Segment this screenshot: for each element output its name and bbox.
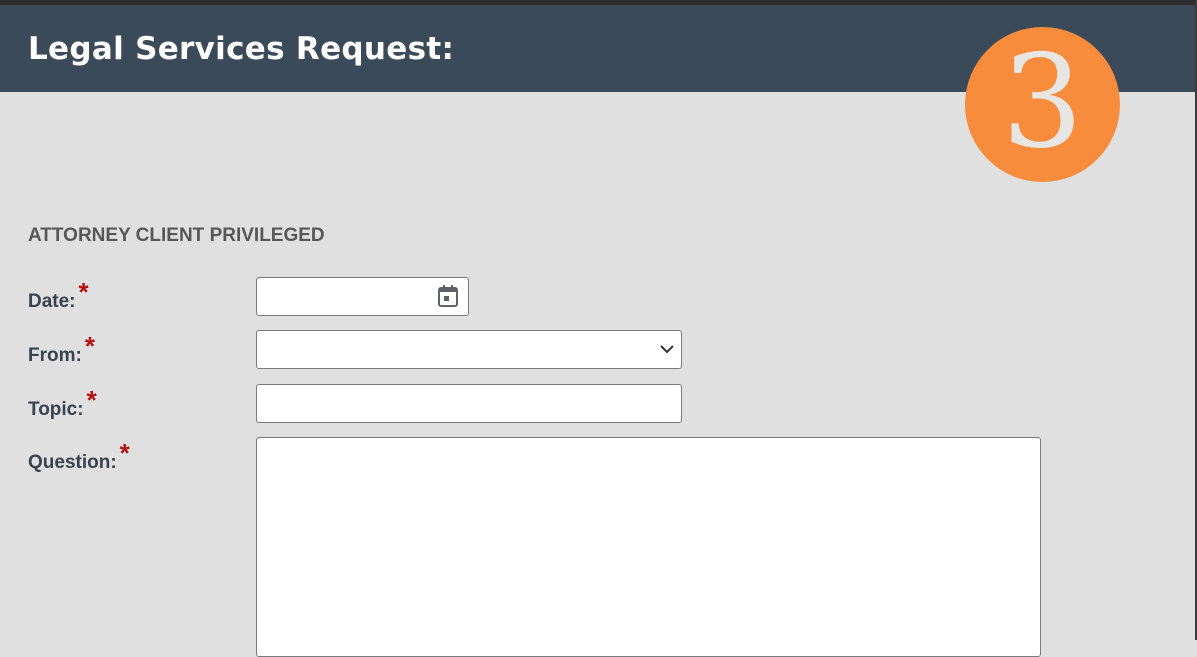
from-label-text: From: [28, 345, 82, 366]
date-label-text: Date: [28, 291, 76, 312]
topic-required-mark: * [86, 385, 97, 415]
step-number-badge: 3 [965, 27, 1120, 182]
date-required-mark: * [78, 277, 89, 307]
question-label-text: Question: [28, 452, 117, 473]
question-label: Question: * [28, 438, 130, 475]
date-label: Date: * [28, 277, 89, 314]
page-title: Legal Services Request: [28, 31, 455, 67]
question-required-mark: * [119, 438, 130, 468]
step-number: 3 [1001, 27, 1084, 177]
topic-label-text: Topic: [28, 399, 84, 420]
calendar-icon[interactable] [436, 284, 460, 308]
topic-label: Topic: * [28, 385, 97, 422]
chevron-down-icon [660, 345, 674, 354]
question-textarea[interactable] [256, 437, 1041, 657]
from-label: From: * [28, 331, 95, 368]
from-required-mark: * [84, 331, 95, 361]
date-input[interactable] [256, 277, 469, 316]
section-heading: ATTORNEY CLIENT PRIVILEGED [28, 225, 325, 246]
from-select[interactable] [256, 330, 682, 369]
topic-input[interactable] [256, 384, 682, 423]
